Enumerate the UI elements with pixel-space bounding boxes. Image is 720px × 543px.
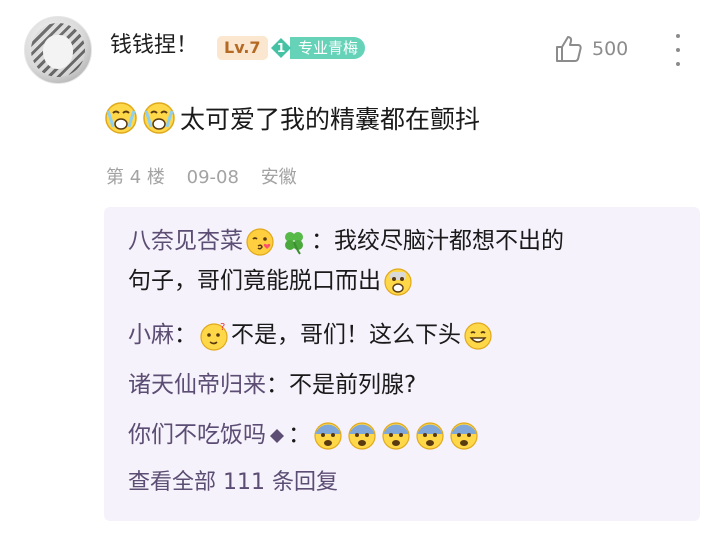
reply-item[interactable]: 诸天仙帝归来：不是前列腺?: [128, 365, 416, 405]
fan-badge-label: 专业青梅: [290, 37, 366, 59]
reply-colon: ：: [311, 228, 334, 254]
crying-face-icon: [142, 101, 176, 135]
crying-face-icon: [104, 101, 138, 135]
reply-author[interactable]: 八奈见杏菜: [128, 228, 243, 254]
fearful-face-icon: [313, 421, 343, 451]
reply-item[interactable]: 小麻： ? 不是，哥们！这么下头: [128, 315, 495, 355]
reply-item[interactable]: 八奈见杏菜 ：我绞尽脑汁都想不出的: [128, 221, 564, 261]
reply-text: 不是前列腺?: [289, 372, 417, 398]
diamond-icon: [268, 427, 286, 445]
confused-face-icon: ?: [199, 321, 229, 351]
like-button[interactable]: 500: [554, 34, 628, 64]
svg-text:?: ?: [220, 322, 225, 333]
four-leaf-clover-icon: [279, 227, 309, 257]
floor-number: 第 4 楼: [106, 167, 165, 188]
post-date: 09-08: [186, 167, 239, 188]
view-all-replies-link[interactable]: 查看全部 111 条回复: [128, 465, 338, 501]
fearful-face-icon: [449, 421, 479, 451]
reply-text: 句子，哥们竟能脱口而出: [128, 268, 381, 294]
post-meta: 第 4 楼 09-08 安徽: [106, 165, 313, 191]
reply-text: 我绞尽脑汁都想不出的: [334, 228, 564, 254]
fearful-face-icon: [415, 421, 445, 451]
kissing-face-icon: [245, 227, 275, 257]
more-vertical-icon[interactable]: [672, 34, 684, 66]
username[interactable]: 钱钱捏！: [110, 32, 198, 60]
level-badge: Lv.7: [217, 36, 268, 60]
replies-box: 八奈见杏菜 ：我绞尽脑汁都想不出的 句子，哥们竟能脱口而出 小麻： ? 不是，哥…: [104, 207, 700, 521]
reply-text: 不是，哥们！这么下头: [231, 322, 461, 348]
post-location: 安徽: [260, 167, 297, 188]
reply-author[interactable]: 小麻: [128, 322, 174, 348]
reply-colon: ：: [266, 372, 289, 398]
avatar[interactable]: [24, 16, 92, 84]
fan-badge: 1 专业青梅: [270, 36, 366, 60]
like-count: 500: [592, 38, 629, 60]
shocked-face-icon: [383, 267, 413, 297]
fearful-face-icon: [381, 421, 411, 451]
post-text: 太可爱了我的精囊都在颤抖: [180, 105, 481, 134]
avatar-face: [43, 35, 73, 69]
reply-colon: ：: [174, 322, 197, 348]
reply-author[interactable]: 你们不吃饭吗: [128, 422, 266, 448]
thumb-up-icon: [554, 34, 584, 64]
reply-item-continuation[interactable]: 句子，哥们竟能脱口而出: [128, 261, 415, 301]
reply-item[interactable]: 你们不吃饭吗 ：: [128, 415, 481, 455]
reply-colon: ：: [288, 422, 311, 448]
diamond-icon: 1: [270, 37, 292, 59]
post-content: 太可爱了我的精囊都在颤抖: [104, 98, 480, 138]
fan-badge-level: 1: [276, 41, 286, 55]
grinning-face-icon: [463, 321, 493, 351]
reply-author[interactable]: 诸天仙帝归来: [128, 372, 266, 398]
fearful-face-icon: [347, 421, 377, 451]
